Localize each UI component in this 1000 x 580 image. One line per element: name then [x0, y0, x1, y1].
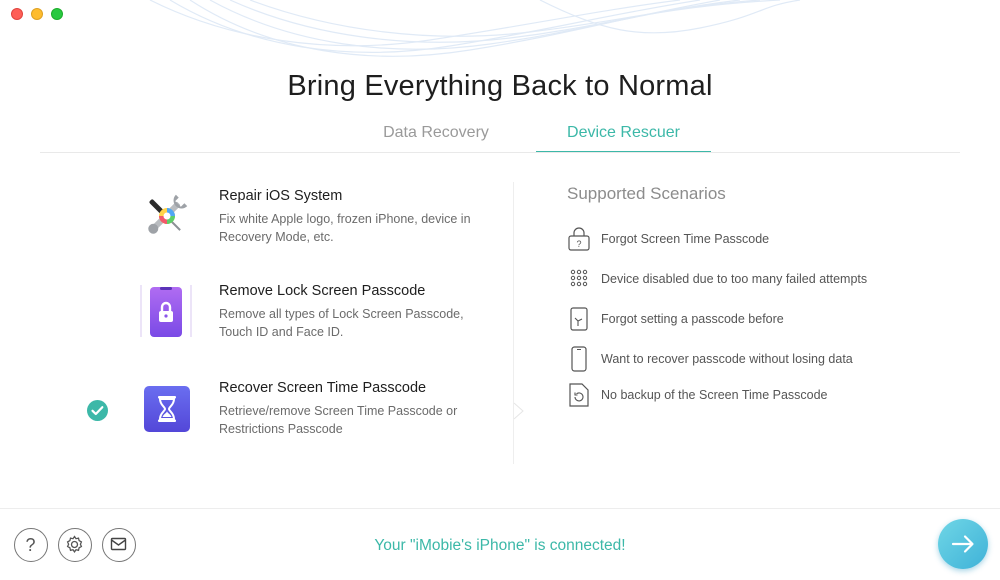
option-description: Retrieve/remove Screen Time Passcode or … [219, 404, 458, 436]
option-description: Fix white Apple logo, frozen iPhone, dev… [219, 212, 471, 244]
selection-pointer-icon [513, 402, 524, 420]
svg-text:?: ? [576, 239, 581, 249]
window-controls [11, 8, 63, 20]
scenario-item: Want to recover passcode without losing … [567, 344, 967, 374]
selected-check-icon [87, 400, 108, 421]
footer-divider [0, 508, 1000, 509]
scenario-item: ? Forgot Screen Time Passcode [567, 224, 967, 254]
arrow-right-icon [951, 535, 974, 553]
next-button[interactable] [938, 519, 988, 569]
tab-data-recovery[interactable]: Data Recovery [356, 124, 516, 153]
scenario-text: Forgot Screen Time Passcode [601, 232, 770, 246]
option-title: Recover Screen Time Passcode [219, 380, 427, 396]
phone-outline-icon [571, 346, 587, 372]
connection-status: Your "iMobie's iPhone" is connected! [374, 537, 626, 554]
restore-file-icon [569, 383, 589, 407]
tab-divider [40, 152, 960, 153]
scenario-item: Forgot setting a passcode before [567, 304, 967, 334]
mode-tabs: Data Recovery Device Rescuer [0, 124, 1000, 153]
keypad-dots-icon [570, 269, 588, 287]
hourglass-icon [138, 384, 194, 440]
header-decoration [149, 0, 801, 57]
scenario-text: Want to recover passcode without losing … [601, 352, 853, 366]
app-window: Bring Everything Back to Normal Data Rec… [0, 0, 1000, 580]
phone-hand-icon [570, 307, 588, 331]
maximize-window-button[interactable] [51, 8, 63, 20]
scenario-text: Device disabled due to too many failed a… [601, 272, 868, 286]
option-repair-ios[interactable]: Repair iOS System Fix white Apple logo, … [80, 188, 500, 268]
option-title: Remove Lock Screen Passcode [219, 283, 426, 299]
option-description: Remove all types of Lock Screen Passcode… [219, 307, 464, 339]
minimize-window-button[interactable] [31, 8, 43, 20]
close-window-button[interactable] [11, 8, 23, 20]
lock-question-icon: ? [568, 227, 590, 251]
scenario-item: Device disabled due to too many failed a… [567, 264, 967, 294]
lock-phone-icon [138, 283, 194, 339]
scenario-text: Forgot setting a passcode before [601, 312, 784, 326]
scenario-item: No backup of the Screen Time Passcode [567, 380, 967, 410]
option-title: Repair iOS System [219, 188, 343, 204]
scenarios-heading: Supported Scenarios [567, 184, 726, 203]
page-title: Bring Everything Back to Normal [287, 70, 713, 102]
panel-divider [513, 182, 514, 464]
option-remove-lock-screen[interactable]: Remove Lock Screen Passcode Remove all t… [80, 283, 500, 363]
option-recover-screen-time[interactable]: Recover Screen Time Passcode Retrieve/re… [80, 380, 500, 460]
scenario-text: No backup of the Screen Time Passcode [601, 388, 828, 402]
repair-tools-icon [138, 188, 194, 244]
tab-device-rescuer[interactable]: Device Rescuer [536, 124, 711, 153]
